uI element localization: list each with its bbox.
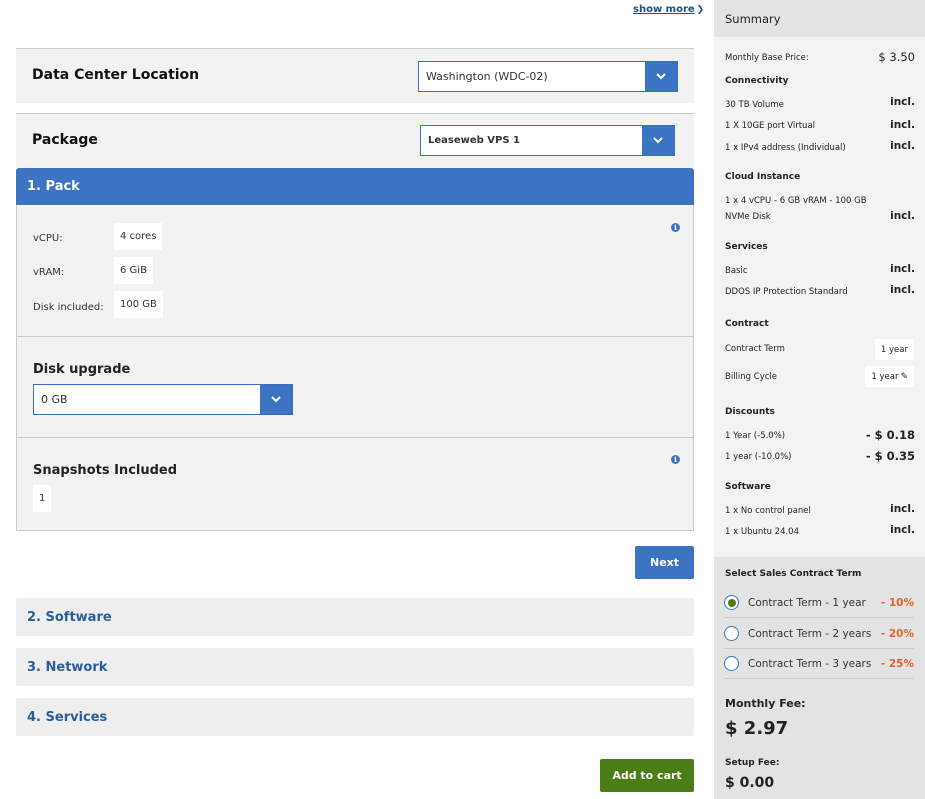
summary-panel: Summary Monthly Base Price: $ 3.50 Conne… <box>714 0 925 799</box>
monthly-fee-value: $ 2.97 <box>725 718 789 739</box>
discount-item-value: - $ 0.18 <box>865 428 915 442</box>
term-option-discount: - 25% <box>880 657 914 670</box>
services-title: Services <box>725 242 768 252</box>
disk-included-label: Disk included: <box>33 302 104 313</box>
package-title: Package <box>32 132 98 148</box>
radio-unselected[interactable] <box>724 656 739 671</box>
package-section: Package Leaseweb VPS 1 <box>16 113 694 168</box>
billing-cycle-value: 1 year <box>871 371 899 382</box>
term-option-3-years[interactable]: Contract Term - 3 years - 25% <box>724 649 914 679</box>
services-accordion-header[interactable]: 4. Services <box>16 698 694 736</box>
pack-header-label: 1. Pack <box>27 179 80 194</box>
network-accordion-header[interactable]: 3. Network <box>16 648 694 686</box>
datacenter-section: Data Center Location Washington (WDC-02) <box>16 48 694 103</box>
connectivity-item-value: incl. <box>890 140 915 152</box>
software-item-value: incl. <box>890 524 915 536</box>
pencil-icon[interactable]: ✎ <box>900 372 908 382</box>
term-option-label: Contract Term - 3 years <box>748 657 872 670</box>
cloud-instance-value: incl. <box>890 210 915 222</box>
software-header-label: 2. Software <box>27 609 112 625</box>
setup-fee-value: $ 0.00 <box>725 775 775 791</box>
contract-title: Contract <box>725 319 769 329</box>
disk-included-value: 100 GB <box>114 291 163 318</box>
add-to-cart-button[interactable]: Add to cart <box>600 759 694 792</box>
show-more-label: show more <box>633 4 695 15</box>
term-option-label: Contract Term - 2 years <box>748 627 872 640</box>
divider <box>17 336 693 337</box>
pack-body: i vCPU: 4 cores vRAM: 6 GiB Disk include… <box>16 205 694 531</box>
vcpu-label: vCPU: <box>33 233 63 244</box>
radio-dot <box>727 598 736 607</box>
summary-title: Summary <box>714 0 925 37</box>
sales-term-title: Select Sales Contract Term <box>725 569 862 579</box>
connectivity-item: 1 X 10GE port Virtual <box>725 121 816 131</box>
term-option-2-years[interactable]: Contract Term - 2 years - 20% <box>724 619 914 649</box>
network-header-label: 3. Network <box>27 659 108 675</box>
vram-label: vRAM: <box>33 267 65 278</box>
datacenter-title: Data Center Location <box>32 67 200 83</box>
software-title: Software <box>725 482 771 492</box>
discounts-title: Discounts <box>725 407 775 417</box>
sales-term-area: Select Sales Contract Term Contract Term… <box>714 557 925 799</box>
connectivity-item: 1 x IPv4 address (Individual) <box>725 143 846 153</box>
package-select-value: Leaseweb VPS 1 <box>428 135 521 146</box>
service-item: Basic <box>725 266 748 276</box>
software-accordion-header[interactable]: 2. Software <box>16 598 694 636</box>
datacenter-select[interactable]: Washington (WDC-02) <box>418 61 678 92</box>
connectivity-item-value: incl. <box>890 119 915 131</box>
chevron-down-icon[interactable] <box>642 126 674 155</box>
discount-item-value: - $ 0.35 <box>865 449 915 463</box>
software-item: 1 x No control panel <box>725 506 811 516</box>
datacenter-select-value: Washington (WDC-02) <box>426 70 548 83</box>
package-select[interactable]: Leaseweb VPS 1 <box>420 125 675 156</box>
software-item: 1 x Ubuntu 24.04 <box>725 527 799 537</box>
disk-upgrade-title: Disk upgrade <box>33 362 131 377</box>
connectivity-title: Connectivity <box>725 76 789 86</box>
term-option-discount: - 10% <box>880 596 914 609</box>
term-option-1-year[interactable]: Contract Term - 1 year - 10% <box>724 588 914 618</box>
show-more-link[interactable]: show more ❯ <box>633 4 704 15</box>
billing-cycle-field[interactable]: 1 year ✎ <box>865 366 914 387</box>
vram-value: 6 GiB <box>114 257 153 284</box>
monthly-base-label: Monthly Base Price: <box>725 53 809 63</box>
chevron-down-icon[interactable] <box>645 62 677 91</box>
next-button[interactable]: Next <box>635 546 694 579</box>
vcpu-value: 4 cores <box>114 223 163 250</box>
disk-upgrade-select[interactable]: 0 GB <box>33 384 293 415</box>
discount-item: 1 Year (-5.0%) <box>725 431 786 441</box>
software-item-value: incl. <box>890 503 915 515</box>
service-item: DDOS IP Protection Standard <box>725 287 848 297</box>
chevron-down-icon: ❯ <box>696 5 705 15</box>
monthly-fee-label: Monthly Fee: <box>725 697 806 710</box>
term-option-discount: - 20% <box>880 627 914 640</box>
chevron-down-icon[interactable] <box>260 385 292 414</box>
contract-term-label: Contract Term <box>725 344 785 354</box>
info-icon[interactable]: i <box>671 455 680 464</box>
connectivity-item-value: incl. <box>890 96 915 108</box>
setup-fee-label: Setup Fee: <box>725 758 780 768</box>
pack-accordion-header[interactable]: 1. Pack <box>16 168 694 205</box>
snapshots-value: 1 <box>33 485 52 512</box>
disk-upgrade-value: 0 GB <box>41 393 68 406</box>
snapshots-title: Snapshots Included <box>33 463 178 478</box>
billing-cycle-label: Billing Cycle <box>725 372 777 382</box>
divider <box>17 437 693 438</box>
radio-selected[interactable] <box>724 595 739 610</box>
services-header-label: 4. Services <box>27 709 108 725</box>
radio-unselected[interactable] <box>724 626 739 641</box>
cloud-instance-title: Cloud Instance <box>725 172 801 182</box>
monthly-base-value: $ 3.50 <box>878 50 915 64</box>
discount-item: 1 year (-10.0%) <box>725 452 792 462</box>
cloud-instance-line: NVMe Disk <box>725 212 771 222</box>
summary-title-label: Summary <box>725 11 781 26</box>
service-item-value: incl. <box>890 284 915 296</box>
cloud-instance-line: 1 x 4 vCPU - 6 GB vRAM - 100 GB <box>725 196 867 206</box>
contract-term-value: 1 year <box>874 339 914 360</box>
connectivity-item: 30 TB Volume <box>725 100 784 110</box>
term-option-label: Contract Term - 1 year <box>748 596 866 609</box>
info-icon[interactable]: i <box>671 223 680 232</box>
service-item-value: incl. <box>890 263 915 275</box>
